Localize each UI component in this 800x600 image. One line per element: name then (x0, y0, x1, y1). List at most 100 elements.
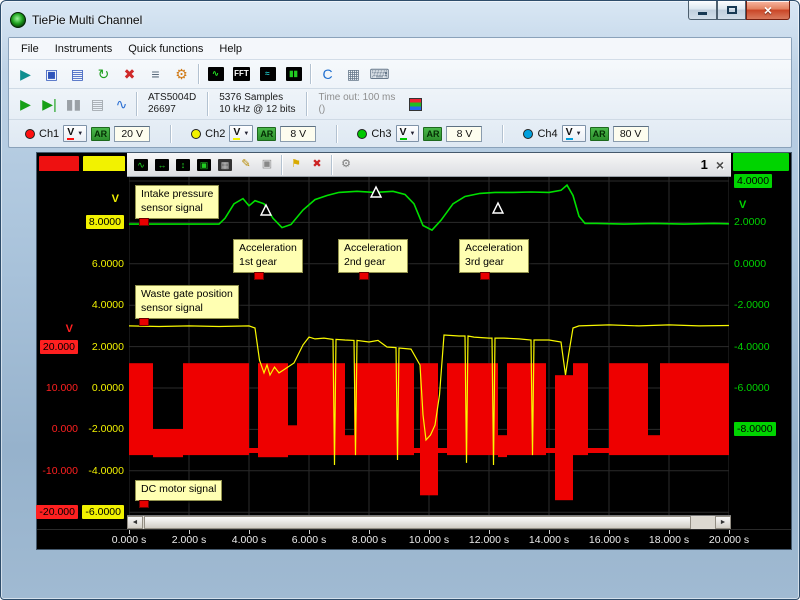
callout-intake-pressure[interactable]: Intake pressuresensor signal (135, 185, 219, 219)
graph-settings-icon[interactable]: ⚙ (336, 155, 356, 174)
pause-icon: ▮▮ (66, 97, 81, 111)
print-icon: ≡ (151, 67, 159, 81)
menu-item-help[interactable]: Help (211, 40, 250, 58)
toolbar-separator (198, 64, 199, 84)
tiepie-c-icon[interactable]: C (315, 62, 340, 86)
scrollbar-track[interactable] (144, 516, 714, 529)
channel-unit-dropdown[interactable]: V▼ (63, 125, 87, 142)
toolbar-separator (207, 92, 208, 116)
pan-vertical-icon[interactable]: ↕ (173, 155, 193, 174)
minimize-button[interactable] (688, 1, 717, 20)
autorange-badge[interactable]: AR (257, 127, 276, 141)
ch3-color-icon (357, 129, 367, 139)
pause-icon[interactable]: ▮▮ (62, 93, 85, 116)
zoom-reset-icon[interactable]: ▣ (194, 155, 214, 174)
channel-range-value: 80 V (613, 126, 649, 142)
toolbar-separator (331, 155, 332, 175)
scope-mode-icon: ▤ (91, 97, 104, 111)
callout-acceleration-2nd[interactable]: Acceleration2nd gear (338, 239, 408, 273)
menu-item-quick-functions[interactable]: Quick functions (120, 40, 211, 58)
channel-colors-icon[interactable] (409, 98, 422, 111)
open-instrument-icon: ▶ (20, 67, 31, 81)
channel-unit-dropdown[interactable]: V▼ (229, 125, 253, 142)
graph-icon[interactable]: ∿ (203, 62, 228, 86)
red-axis-header[interactable] (39, 156, 79, 173)
channel-separator (336, 125, 337, 143)
fft-icon[interactable]: FFT (229, 62, 254, 86)
callout-waste-gate[interactable]: Waste gate positionsensor signal (135, 285, 239, 319)
start-measurement-icon: ▶ (20, 97, 31, 111)
scroll-right-button[interactable]: ► (715, 516, 731, 529)
plot-scrollbar[interactable]: ◄ ► (127, 515, 731, 529)
save-icon[interactable]: ▣ (39, 62, 64, 86)
plot-area[interactable]: Intake pressuresensor signal Acceleration… (129, 177, 729, 515)
axis-tick-label: -6.0000 (734, 381, 770, 395)
add-label-icon[interactable]: ⚑ (286, 155, 306, 174)
start-measurement-icon[interactable]: ▶ (14, 93, 37, 116)
scrollbar-thumb[interactable] (144, 516, 691, 529)
settings-icon[interactable]: ⚙ (169, 62, 194, 86)
sample-rate: 10 kHz @ 12 bits (219, 104, 295, 117)
scope-mode-icon[interactable]: ▤ (86, 93, 109, 116)
unit-label: V (233, 127, 240, 140)
save-graph-icon[interactable]: ▣ (257, 155, 277, 174)
graph-display-icon[interactable]: ∿ (131, 155, 151, 174)
unit-label: V (67, 127, 74, 140)
delete-icon[interactable]: ✖ (117, 62, 142, 86)
instrument-icons: ▶ ▶| ▮▮ ▤ ∿ (14, 93, 133, 116)
autorange-badge[interactable]: AR (590, 127, 609, 141)
callout-dc-motor[interactable]: DC motor signal (135, 480, 222, 501)
delete-label-icon[interactable]: ✖ (307, 155, 327, 174)
callout-acceleration-1st[interactable]: Acceleration1st gear (233, 239, 303, 273)
edit-label-icon[interactable]: ✎ (236, 155, 256, 174)
menu-item-instruments[interactable]: Instruments (47, 40, 120, 58)
meter-icon[interactable]: ≈ (255, 62, 280, 86)
generator-icon: ∿ (116, 97, 128, 111)
graph-close-icon[interactable]: × (716, 157, 724, 173)
callout-acceleration-3rd[interactable]: Acceleration3rd gear (459, 239, 529, 273)
time-axis: 0.000 s2.000 s4.000 s6.000 s8.000 s10.00… (37, 529, 791, 549)
channel-unit-dropdown[interactable]: V▼ (562, 125, 586, 142)
snapshot-icon[interactable]: ▦ (215, 155, 235, 174)
open-instrument-icon[interactable]: ▶ (13, 62, 38, 86)
chevron-down-icon: ▼ (243, 131, 249, 137)
tiepie-c-icon: C (322, 67, 332, 81)
time-tick-label: 14.000 s (529, 534, 569, 546)
menu-item-file[interactable]: File (13, 40, 47, 58)
channel-unit-dropdown[interactable]: V▼ (396, 125, 420, 142)
channel-range-value: 20 V (114, 126, 150, 142)
one-shot-icon[interactable]: ▶| (38, 93, 61, 116)
menubar: FileInstrumentsQuick functionsHelp (9, 38, 791, 60)
annotation-arrow-icon (493, 203, 503, 213)
yellow-axis[interactable]: V8.00006.00004.00002.00000.0000-2.0000-4… (81, 153, 127, 529)
green-axis[interactable]: V4.00002.00000.0000-2.0000-4.0000-6.0000… (731, 153, 791, 529)
pan-horizontal-icon[interactable]: ↔ (152, 155, 172, 174)
bar-meter-icon[interactable]: ▮▮ (281, 62, 306, 86)
device-model: ATS5004D (148, 92, 196, 105)
trace-red-block (609, 363, 648, 455)
scope-row: V20.00010.0000.000-10.000-20.000 V8.0000… (8, 152, 792, 550)
print-icon[interactable]: ≡ (143, 62, 168, 86)
titlebar[interactable]: TiePie Multi Channel × (8, 1, 792, 37)
trace-red-block (447, 363, 498, 455)
autorange-badge[interactable]: AR (423, 127, 442, 141)
time-tick-label: 10.000 s (409, 534, 449, 546)
generator-icon[interactable]: ∿ (110, 93, 133, 116)
callout-anchor-marker (139, 500, 149, 508)
maximize-button[interactable] (717, 1, 746, 20)
callout-text: Acceleration (465, 242, 523, 256)
delete-icon: ✖ (124, 67, 136, 81)
scroll-left-button[interactable]: ◄ (127, 516, 143, 529)
keyboard-icon[interactable]: ⌨ (367, 62, 392, 86)
trace-red-block (129, 363, 153, 455)
axis-unit-label: V (112, 193, 119, 205)
unit-label: V (400, 127, 407, 140)
export-icon[interactable]: ▤ (65, 62, 90, 86)
refresh-icon[interactable]: ↻ (91, 62, 116, 86)
autorange-badge[interactable]: AR (91, 127, 110, 141)
io-panel-icon[interactable]: ▦ (341, 62, 366, 86)
yellow-axis-header[interactable] (83, 156, 125, 173)
red-axis[interactable]: V20.00010.0000.000-10.000-20.000 (37, 153, 81, 529)
close-button[interactable]: × (746, 1, 790, 20)
green-axis-header[interactable] (733, 153, 789, 171)
